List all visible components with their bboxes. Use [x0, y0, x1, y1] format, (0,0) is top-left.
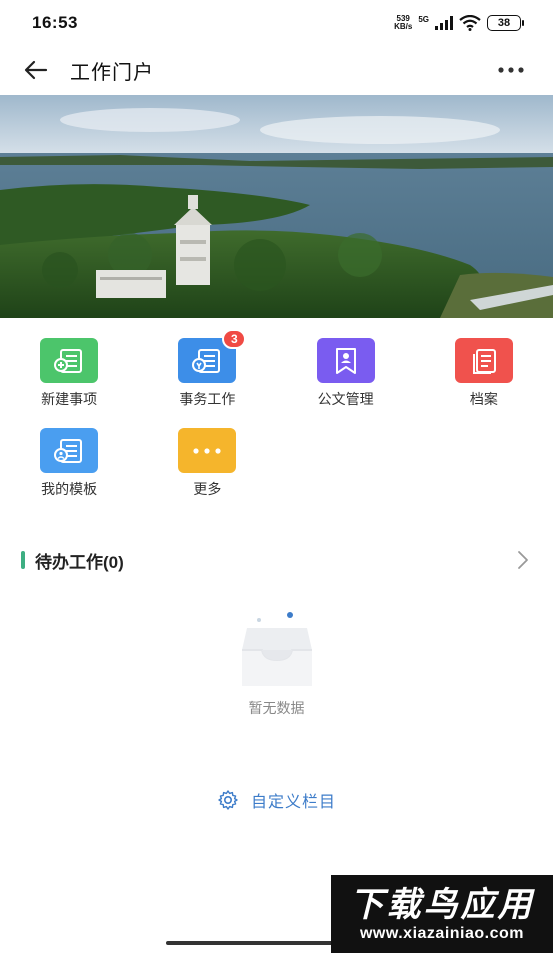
app-label: 我的模板: [41, 481, 98, 497]
customize-columns-button[interactable]: 自定义栏目: [0, 788, 553, 812]
app-header: 工作门户: [0, 46, 553, 94]
app-more[interactable]: 更多: [138, 428, 276, 518]
grid-row: 新建事项 3 事务工作 公文管理 档案: [0, 329, 553, 428]
page-title: 工作门户: [70, 61, 154, 84]
app-label: 更多: [193, 481, 222, 497]
app-archive[interactable]: 档案: [415, 338, 553, 428]
net-speed: 539 KB/s: [394, 15, 412, 31]
app-document-management[interactable]: 公文管理: [277, 338, 415, 428]
app-affairs[interactable]: 3 事务工作: [138, 329, 276, 428]
app-grid: 新建事项 3 事务工作 公文管理 档案 我的模板 更多: [0, 329, 553, 518]
gear-icon: [218, 790, 238, 810]
watermark-logo: 下载鸟应用 www.xiazainiao.com: [331, 875, 553, 953]
battery-indicator: 38: [487, 15, 524, 31]
more-icon: [178, 428, 237, 473]
grid-row: 我的模板 更多: [0, 428, 553, 518]
network-type: 5G: [418, 14, 429, 24]
net-speed-unit: KB/s: [394, 22, 413, 31]
todo-section-header[interactable]: 待办工作(0): [0, 545, 553, 575]
affairs-icon: 3: [178, 329, 247, 383]
chevron-right-icon: [518, 551, 528, 569]
section-title: 待办工作(0): [35, 552, 124, 572]
new-item-icon: [40, 338, 99, 383]
wifi-icon: [459, 15, 481, 31]
landscape-image: [0, 95, 553, 318]
status-bar: 16:53 539 KB/s 5G 38: [0, 0, 553, 46]
signal-icon: [435, 16, 453, 30]
status-indicators: 539 KB/s 5G 38: [394, 14, 524, 31]
customize-label: 自定义栏目: [250, 794, 336, 811]
app-my-templates[interactable]: 我的模板: [0, 428, 138, 518]
app-new-item[interactable]: 新建事项: [0, 338, 138, 428]
section-accent-bar: [21, 551, 25, 569]
empty-box-icon: [241, 612, 312, 686]
notification-badge: 3: [222, 329, 247, 349]
back-arrow-icon: [24, 60, 48, 80]
app-label: 事务工作: [179, 391, 236, 407]
app-label: 档案: [469, 391, 498, 407]
battery-level: 38: [497, 17, 511, 29]
template-icon: [40, 428, 99, 473]
empty-state: 暂无数据: [0, 600, 553, 718]
archive-icon: [454, 338, 513, 383]
empty-text: 暂无数据: [248, 700, 305, 716]
more-dots-icon: [498, 67, 524, 73]
app-label: 新建事项: [41, 391, 98, 407]
document-icon: [316, 338, 375, 383]
status-time: 16:53: [32, 13, 78, 32]
watermark-url: www.xiazainiao.com: [359, 925, 524, 942]
banner-image: [0, 95, 553, 318]
back-button[interactable]: [16, 50, 56, 90]
app-label: 公文管理: [317, 391, 374, 407]
more-options-button[interactable]: [493, 52, 529, 88]
watermark-title: 下载鸟应用: [349, 886, 535, 924]
